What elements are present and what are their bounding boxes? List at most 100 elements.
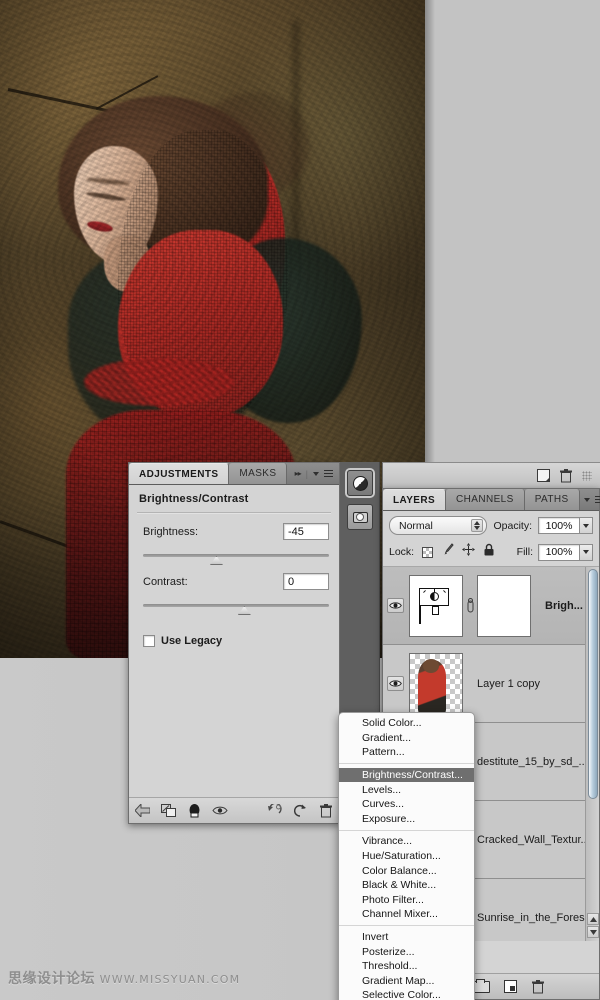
layers-tabbar: LAYERS CHANNELS PATHS (383, 489, 600, 511)
new-adjustment-layer-menu[interactable]: Solid Color... Gradient... Pattern... Br… (338, 712, 475, 1000)
menu-item-invert[interactable]: Invert (339, 930, 474, 945)
layer-name[interactable]: Sunrise_in_the_Fores... (477, 912, 594, 924)
menu-item-channel-mixer[interactable]: Channel Mixer... (339, 907, 474, 922)
layers-scrollbar[interactable] (585, 567, 599, 941)
menu-item-brightness-contrast[interactable]: Brightness/Contrast... (339, 767, 474, 783)
menu-item-threshold[interactable]: Threshold... (339, 959, 474, 974)
layers-scroll-arrows[interactable] (587, 913, 599, 939)
menu-item-hue-saturation[interactable]: Hue/Saturation... (339, 849, 474, 864)
contrast-slider-track[interactable] (143, 604, 329, 615)
lock-label: Lock: (389, 546, 415, 558)
blend-mode-select[interactable]: Normal (389, 516, 488, 535)
dock-grip-icon[interactable] (582, 470, 592, 481)
layer-mask-thumbnail[interactable] (477, 574, 531, 637)
table-row[interactable]: Brigh... (383, 567, 599, 645)
menu-item-gradient-map[interactable]: Gradient Map... (339, 974, 474, 989)
brightness-slider-track[interactable] (143, 554, 329, 565)
layer-visibility-cell[interactable] (383, 676, 407, 691)
layer-visibility-cell[interactable] (383, 598, 407, 613)
tab-channels[interactable]: CHANNELS (446, 489, 525, 510)
watermark-chinese: 思缘设计论坛 (8, 971, 95, 987)
adjustments-panel-controls: ▸▸ | (291, 463, 339, 484)
menu-item-solid-color[interactable]: Solid Color... (339, 716, 474, 731)
brightness-value-input[interactable]: -45 (283, 523, 329, 540)
tab-masks-label: MASKS (239, 468, 277, 479)
menu-separator (339, 763, 474, 765)
new-layer-button[interactable] (497, 975, 523, 999)
adjustments-panel-icon[interactable] (347, 470, 373, 496)
use-legacy-checkbox[interactable] (143, 635, 155, 647)
layer-name[interactable]: destitute_15_by_sd_... (477, 756, 588, 768)
fill-label: Fill: (516, 546, 533, 558)
tab-adjustments[interactable]: ADJUSTMENTS (129, 463, 230, 484)
contrast-value-input[interactable]: 0 (283, 573, 329, 590)
layer-name[interactable]: Brigh... (545, 600, 583, 612)
reset-adjustment-icon[interactable] (287, 798, 313, 824)
opacity-label: Opacity: (493, 519, 532, 532)
blend-mode-value: Normal (399, 519, 433, 532)
use-legacy-row[interactable]: Use Legacy (129, 607, 339, 647)
adjustments-footer (129, 797, 339, 823)
menu-item-black-and-white[interactable]: Black & White... (339, 878, 474, 893)
use-legacy-label: Use Legacy (161, 635, 223, 647)
menu-item-pattern[interactable]: Pattern... (339, 745, 474, 760)
link-mask-icon[interactable] (463, 597, 477, 614)
eye-icon[interactable] (386, 598, 404, 613)
scroll-up-arrow-icon[interactable] (587, 913, 599, 925)
opacity-dropdown-icon[interactable] (580, 517, 593, 534)
fill-dropdown-icon[interactable] (580, 543, 593, 561)
toggle-layer-visibility-icon[interactable] (207, 798, 233, 824)
masks-panel-icon[interactable] (347, 504, 373, 530)
menu-item-posterize[interactable]: Posterize... (339, 944, 474, 959)
tab-masks[interactable]: MASKS (229, 463, 288, 484)
adjustments-tabbar: ADJUSTMENTS MASKS ▸▸ | (129, 463, 339, 485)
delete-layer-button[interactable] (525, 975, 551, 999)
scroll-down-arrow-icon[interactable] (587, 926, 599, 938)
chevron-down-icon[interactable] (583, 497, 590, 502)
menu-item-levels[interactable]: Levels... (339, 782, 474, 797)
preview-black-white-icon[interactable] (181, 798, 207, 824)
panel-menu-icon[interactable] (594, 495, 600, 504)
half-circle-icon (352, 475, 368, 491)
menu-item-color-balance[interactable]: Color Balance... (339, 863, 474, 878)
chevron-down-icon[interactable] (313, 471, 319, 476)
layers-scrollbar-thumb[interactable] (588, 569, 598, 799)
photoshop-window: 思缘设计论坛 WWW.MISSYUAN.COM ADJUSTMENTS MASK… (0, 0, 600, 1000)
opacity-input[interactable]: 100% (538, 517, 580, 534)
panel-menu-icon[interactable] (324, 469, 333, 478)
brightness-label: Brightness: (143, 525, 199, 538)
layer-thumbnail[interactable] (409, 574, 463, 637)
folder-icon (474, 978, 490, 993)
reset-previous-state-icon[interactable] (261, 798, 287, 824)
layer-thumbnail[interactable] (409, 652, 463, 715)
lock-transparency-icon[interactable] (422, 546, 434, 558)
menu-item-gradient[interactable]: Gradient... (339, 731, 474, 746)
blend-mode-spinner-icon[interactable] (471, 519, 484, 532)
menu-item-photo-filter[interactable]: Photo Filter... (339, 893, 474, 908)
new-layer-icon[interactable] (537, 469, 550, 482)
lock-row: Lock: Fill: 100% (383, 539, 599, 567)
watermark-url: WWW.MISSYUAN.COM (99, 973, 241, 986)
clip-to-layer-icon[interactable] (155, 798, 181, 824)
tab-paths[interactable]: PATHS (524, 489, 580, 510)
double-arrow-right-icon[interactable]: ▸▸ (295, 469, 302, 478)
menu-item-vibrance[interactable]: Vibrance... (339, 834, 474, 849)
lock-image-pixels-icon[interactable] (441, 543, 454, 561)
tab-layers[interactable]: LAYERS (383, 489, 447, 510)
menu-item-curves[interactable]: Curves... (339, 797, 474, 812)
delete-adjustment-layer-icon[interactable] (313, 798, 339, 824)
mask-circle-icon (352, 511, 368, 523)
layer-name[interactable]: Cracked_Wall_Textur... (477, 834, 590, 846)
eye-icon[interactable] (386, 676, 404, 691)
tab-channels-label: CHANNELS (456, 494, 514, 505)
fill-input[interactable]: 100% (538, 543, 580, 561)
dock-top-row (382, 462, 600, 488)
menu-item-exposure[interactable]: Exposure... (339, 812, 474, 827)
menu-item-selective-color[interactable]: Selective Color... (339, 988, 474, 1000)
fill-group: Fill: 100% (516, 543, 593, 561)
return-to-adjustment-list-icon[interactable] (129, 798, 155, 824)
lock-all-icon[interactable] (483, 543, 495, 561)
delete-layer-icon[interactable] (560, 468, 572, 483)
layer-name[interactable]: Layer 1 copy (477, 678, 540, 690)
lock-position-icon[interactable] (462, 543, 476, 561)
